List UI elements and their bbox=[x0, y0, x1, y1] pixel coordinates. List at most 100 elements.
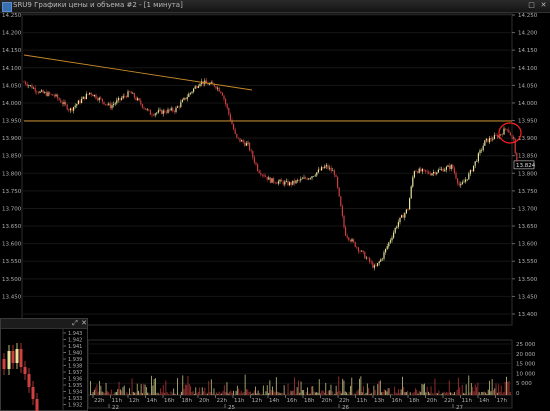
volume-bar bbox=[318, 379, 320, 395]
volume-bar bbox=[262, 385, 264, 395]
volume-bar bbox=[381, 392, 383, 395]
candle-body bbox=[63, 102, 65, 104]
candle-body bbox=[436, 172, 438, 175]
volume-bar bbox=[257, 390, 259, 395]
candle-body bbox=[146, 109, 148, 110]
candle-body bbox=[100, 97, 102, 99]
candle-body bbox=[265, 176, 267, 177]
candle-body bbox=[301, 178, 303, 180]
price-tick-label-right: 13.600 bbox=[518, 242, 538, 248]
candle-body bbox=[71, 108, 73, 111]
candle-body bbox=[458, 183, 460, 186]
candle-body bbox=[169, 109, 171, 111]
candle-body bbox=[465, 179, 467, 182]
candle-body bbox=[178, 106, 180, 108]
candle-body bbox=[300, 178, 302, 181]
candle-body bbox=[154, 113, 156, 116]
volume-bar bbox=[222, 390, 224, 395]
price-tick-label-right: 14.200 bbox=[518, 31, 538, 37]
candle-body bbox=[319, 169, 321, 171]
candle-body bbox=[255, 162, 257, 165]
volume-bar bbox=[223, 385, 225, 395]
volume-bars bbox=[90, 374, 511, 395]
candle-body bbox=[229, 114, 231, 121]
volume-bar bbox=[155, 378, 156, 395]
candle-body bbox=[180, 102, 182, 108]
mini-price-tick-label: 1.935 bbox=[68, 383, 82, 389]
candle-body bbox=[106, 104, 108, 105]
volume-bar bbox=[312, 386, 314, 395]
candle-body bbox=[316, 172, 318, 176]
price-tick-label-right: 13.500 bbox=[518, 277, 538, 283]
volume-bar bbox=[395, 392, 397, 395]
candle-body bbox=[84, 96, 86, 100]
volume-bar bbox=[113, 393, 115, 395]
volume-bar bbox=[259, 393, 260, 395]
time-tick-label: 12h bbox=[129, 398, 140, 404]
candle-body bbox=[321, 167, 323, 171]
price-tick-label-right: 14.050 bbox=[518, 83, 538, 89]
volume-bar bbox=[342, 378, 344, 395]
volume-bar bbox=[334, 393, 336, 395]
candle-body bbox=[45, 92, 47, 96]
volume-bar bbox=[487, 389, 489, 395]
candle-body bbox=[97, 98, 99, 101]
mini-candle-body bbox=[2, 359, 6, 369]
volume-bar bbox=[214, 394, 216, 395]
price-tick-label-left: 14.050 bbox=[2, 83, 22, 89]
candle-body bbox=[61, 102, 63, 104]
volume-bar bbox=[139, 392, 141, 395]
volume-bar bbox=[148, 393, 150, 395]
candle-body bbox=[396, 226, 398, 229]
mini-chart-window[interactable]: ⤢ ✕ 1.943 1.942 1.941 1.940 1.939 1.938 1.937 1… bbox=[0, 318, 88, 411]
volume-bar bbox=[428, 391, 429, 395]
volume-bar bbox=[364, 394, 366, 395]
time-tick-label: 11h bbox=[234, 398, 245, 404]
candle-body bbox=[133, 93, 135, 98]
candle-body bbox=[383, 252, 385, 259]
candle-body bbox=[423, 169, 425, 170]
candles bbox=[23, 77, 518, 271]
volume-bar bbox=[187, 376, 189, 395]
mini-title-bar[interactable]: ⤢ ✕ bbox=[1, 319, 87, 329]
volume-bar bbox=[266, 385, 268, 395]
volume-bar bbox=[145, 387, 147, 395]
volume-bar bbox=[478, 392, 480, 395]
volume-bar bbox=[182, 375, 184, 395]
candle-body bbox=[276, 183, 278, 184]
volume-bar bbox=[314, 392, 316, 395]
candle-body bbox=[473, 165, 475, 172]
candle-body bbox=[487, 138, 489, 143]
candle-body bbox=[135, 97, 137, 101]
volume-bar bbox=[437, 393, 438, 395]
volume-bar bbox=[455, 394, 457, 395]
volume-bar bbox=[308, 394, 310, 395]
candle-body bbox=[130, 91, 132, 94]
volume-bar bbox=[481, 391, 483, 395]
volume-bar bbox=[149, 394, 151, 395]
candle-body bbox=[260, 172, 262, 175]
candle-body bbox=[474, 161, 476, 166]
volume-bar bbox=[201, 387, 203, 395]
candle-body bbox=[148, 109, 150, 111]
volume-bar bbox=[122, 387, 124, 395]
candle-body bbox=[175, 107, 177, 112]
candle-body bbox=[325, 165, 327, 167]
expand-icon[interactable]: ⤢ bbox=[71, 319, 79, 327]
candle-body bbox=[82, 96, 84, 99]
candle-body bbox=[105, 104, 107, 105]
volume-bar bbox=[426, 386, 428, 395]
volume-bar bbox=[197, 392, 199, 395]
day-label: 25 bbox=[228, 405, 235, 411]
mini-close-button[interactable]: ✕ bbox=[80, 319, 88, 327]
candle-body bbox=[357, 247, 359, 252]
volume-bar bbox=[156, 392, 158, 395]
price-tick-label-left: 13.450 bbox=[2, 294, 22, 300]
candle-body bbox=[314, 175, 316, 177]
candle-body bbox=[181, 99, 183, 103]
candle-body bbox=[415, 171, 417, 172]
candle-body bbox=[53, 95, 55, 97]
price-tick-label-right: 13.450 bbox=[518, 294, 538, 300]
candle-body bbox=[359, 251, 361, 252]
candle-body bbox=[516, 153, 518, 162]
